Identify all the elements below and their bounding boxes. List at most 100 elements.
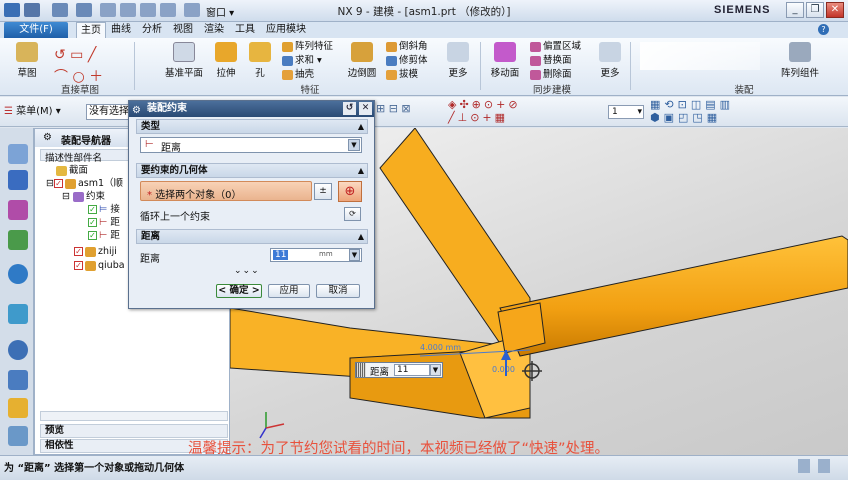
ok-button[interactable]: < 确定 > [216, 284, 262, 298]
edge-blend-icon [351, 42, 373, 62]
add-selection-button[interactable]: ± [314, 183, 332, 200]
tree-item-constraints[interactable]: ⊟ 约束 [62, 190, 105, 203]
more-icon [599, 42, 621, 62]
tab-curve[interactable]: 曲线 [107, 22, 135, 38]
more-icon [447, 42, 469, 62]
help-icon[interactable]: ? [818, 24, 829, 35]
pattern-feature-button[interactable]: 阵列特征 [282, 40, 333, 54]
dimension-text: 4.000 mm [420, 343, 461, 352]
cycle-constraint-button[interactable]: ⟳ [344, 207, 361, 221]
rod [499, 235, 848, 357]
expand-more-icon[interactable]: ⌄⌄⌄ [234, 266, 260, 276]
direct-sketch-group-label: 直接草图 [60, 85, 99, 96]
hole-button[interactable]: 孔 [246, 42, 274, 79]
tree-item-zhiji[interactable]: ✓ zhiji [74, 245, 117, 258]
tab-tools[interactable]: 工具 [231, 22, 259, 38]
ribbon-separator [134, 42, 135, 90]
tab-view[interactable]: 视图 [169, 22, 197, 38]
trim-body-button[interactable]: 修剪体 [386, 54, 428, 68]
constraint-type-dropdown[interactable]: ⊢ 距离 ▼ [140, 137, 362, 154]
tree-item-section[interactable]: 截面 [56, 164, 88, 177]
dimension-text-2: 0.000 [492, 365, 515, 374]
onscreen-distance-label: 距离 [370, 367, 390, 378]
sync-group-label: 同步建模 [532, 85, 571, 96]
assembly-group-label: 装配 [734, 85, 754, 96]
file-menu[interactable]: 文件(F) [4, 22, 68, 38]
chamfer-button[interactable]: 倒斜角 [386, 40, 428, 54]
spin-value-dropdown[interactable]: 1 ▾ [608, 105, 644, 119]
system-materials-icon[interactable] [8, 370, 28, 390]
shell-button[interactable]: 抽壳 [282, 68, 314, 82]
part-navigator-icon[interactable] [8, 144, 28, 164]
restore-button[interactable]: ❐ [806, 2, 824, 18]
close-window-button[interactable]: ✕ [826, 2, 844, 18]
cancel-button[interactable]: 取消 [316, 284, 360, 298]
unite-button[interactable]: 求和 ▾ [282, 54, 322, 68]
replace-face-button[interactable]: 替换面 [530, 54, 572, 68]
tree-item-qiuba[interactable]: ✓ qiuba [74, 259, 125, 272]
distance-field[interactable]: 11 mm ▼ [270, 248, 362, 262]
clock-icon[interactable] [8, 340, 28, 360]
distance-label: 距离 [140, 254, 160, 265]
feature-group-label: 特征 [300, 85, 320, 96]
cycle-previous-label: 循环上一个约束 [140, 212, 210, 223]
datum-plane-button[interactable]: 基准平面 [160, 42, 208, 79]
tree-item-constraint[interactable]: ✓ ⊢ 距 [88, 216, 120, 229]
tab-render[interactable]: 渲染 [200, 22, 228, 38]
view-orient-icons[interactable]: ▦⟲⊡◫▤▥ ⬢▣◰◳▦ [650, 98, 780, 126]
more-features-button[interactable]: 更多 [444, 42, 472, 79]
tree-item-asm1[interactable]: ⊟✓ asm1（顺 [46, 177, 123, 190]
tab-analysis[interactable]: 分析 [138, 22, 166, 38]
onscreen-distance-input[interactable]: 11 [394, 364, 430, 376]
dialog-title[interactable]: ⚙ 装配约束 ↺ ✕ [129, 101, 374, 117]
sketch-button[interactable]: 草图 [8, 42, 46, 79]
more-sync-button[interactable]: 更多 [596, 42, 624, 79]
geometry-section-header[interactable]: 要约束的几何体 ▲ [136, 163, 368, 178]
status-icon[interactable] [818, 459, 830, 473]
select-objects-row[interactable]: * 选择两个对象（0） [140, 181, 312, 201]
tree-item-constraint[interactable]: ✓ ⊢ 距 [88, 229, 120, 242]
process-studio-icon[interactable] [8, 398, 28, 418]
hole-icon [249, 42, 271, 62]
move-face-button[interactable]: 移动面 [487, 42, 523, 79]
dialog-close-icon[interactable]: ✕ [359, 102, 372, 115]
constraint-navigator-icon[interactable] [8, 200, 28, 220]
snap-icons[interactable]: ⊞ ⊟ ⊠ [376, 102, 446, 122]
sketch-icon [16, 42, 38, 62]
draft-button[interactable]: 拔模 [386, 68, 418, 82]
onscreen-distance-dropdown[interactable]: ▼ [430, 364, 441, 376]
tab-home[interactable]: 主页 [76, 22, 106, 38]
delete-face-button[interactable]: 删除面 [530, 68, 572, 82]
chevron-down-icon[interactable]: ▼ [349, 249, 360, 261]
point-snap-icons[interactable]: ◈✣⊕⊙+⊘ ╱⊥⊙+▦ [448, 98, 594, 126]
chevron-down-icon: ▼ [348, 139, 360, 151]
reset-icon[interactable]: ↺ [343, 102, 356, 115]
type-section-header[interactable]: 类型 ▲ [136, 119, 368, 134]
select-object-icon[interactable]: ⊕ [338, 181, 362, 202]
distance-section-header[interactable]: 距离 ▲ [136, 229, 368, 244]
offset-region-button[interactable]: 偏置区域 [530, 40, 581, 54]
navigator-hscrollbar[interactable] [40, 411, 228, 421]
navigator-title: 装配导航器 [61, 136, 111, 147]
ribbon-separator [630, 42, 631, 90]
status-icon[interactable] [798, 459, 810, 473]
tab-applications[interactable]: 应用模块 [262, 22, 310, 38]
edge-blend-button[interactable]: 边倒圆 [344, 42, 380, 79]
roles-icon[interactable] [8, 426, 28, 446]
extrude-button[interactable]: 拉伸 [210, 42, 242, 79]
history-icon[interactable] [8, 304, 28, 324]
preview-panel[interactable]: 预览 [40, 424, 228, 438]
pattern-component-button[interactable]: 阵列组件 [770, 42, 830, 79]
extrude-icon [215, 42, 237, 62]
tree-item-constraint[interactable]: ✓ ⊨ 接 [88, 203, 120, 216]
type-filter-dropdown[interactable]: 没有选择 [86, 104, 130, 120]
minimize-button[interactable]: _ [786, 2, 804, 18]
reuse-library-icon[interactable] [8, 230, 28, 250]
apply-button[interactable]: 应用 [268, 284, 310, 298]
csys-x-axis [265, 423, 285, 429]
assembly-navigator-icon[interactable] [8, 170, 28, 190]
status-text: 为 “距离” 选择第一个对象或拖动几何体 [4, 463, 185, 474]
web-browser-icon[interactable] [8, 264, 28, 284]
datum-plane-icon [173, 42, 195, 62]
main-menu-button[interactable]: ☰ 菜单(M) ▾ [4, 104, 86, 120]
